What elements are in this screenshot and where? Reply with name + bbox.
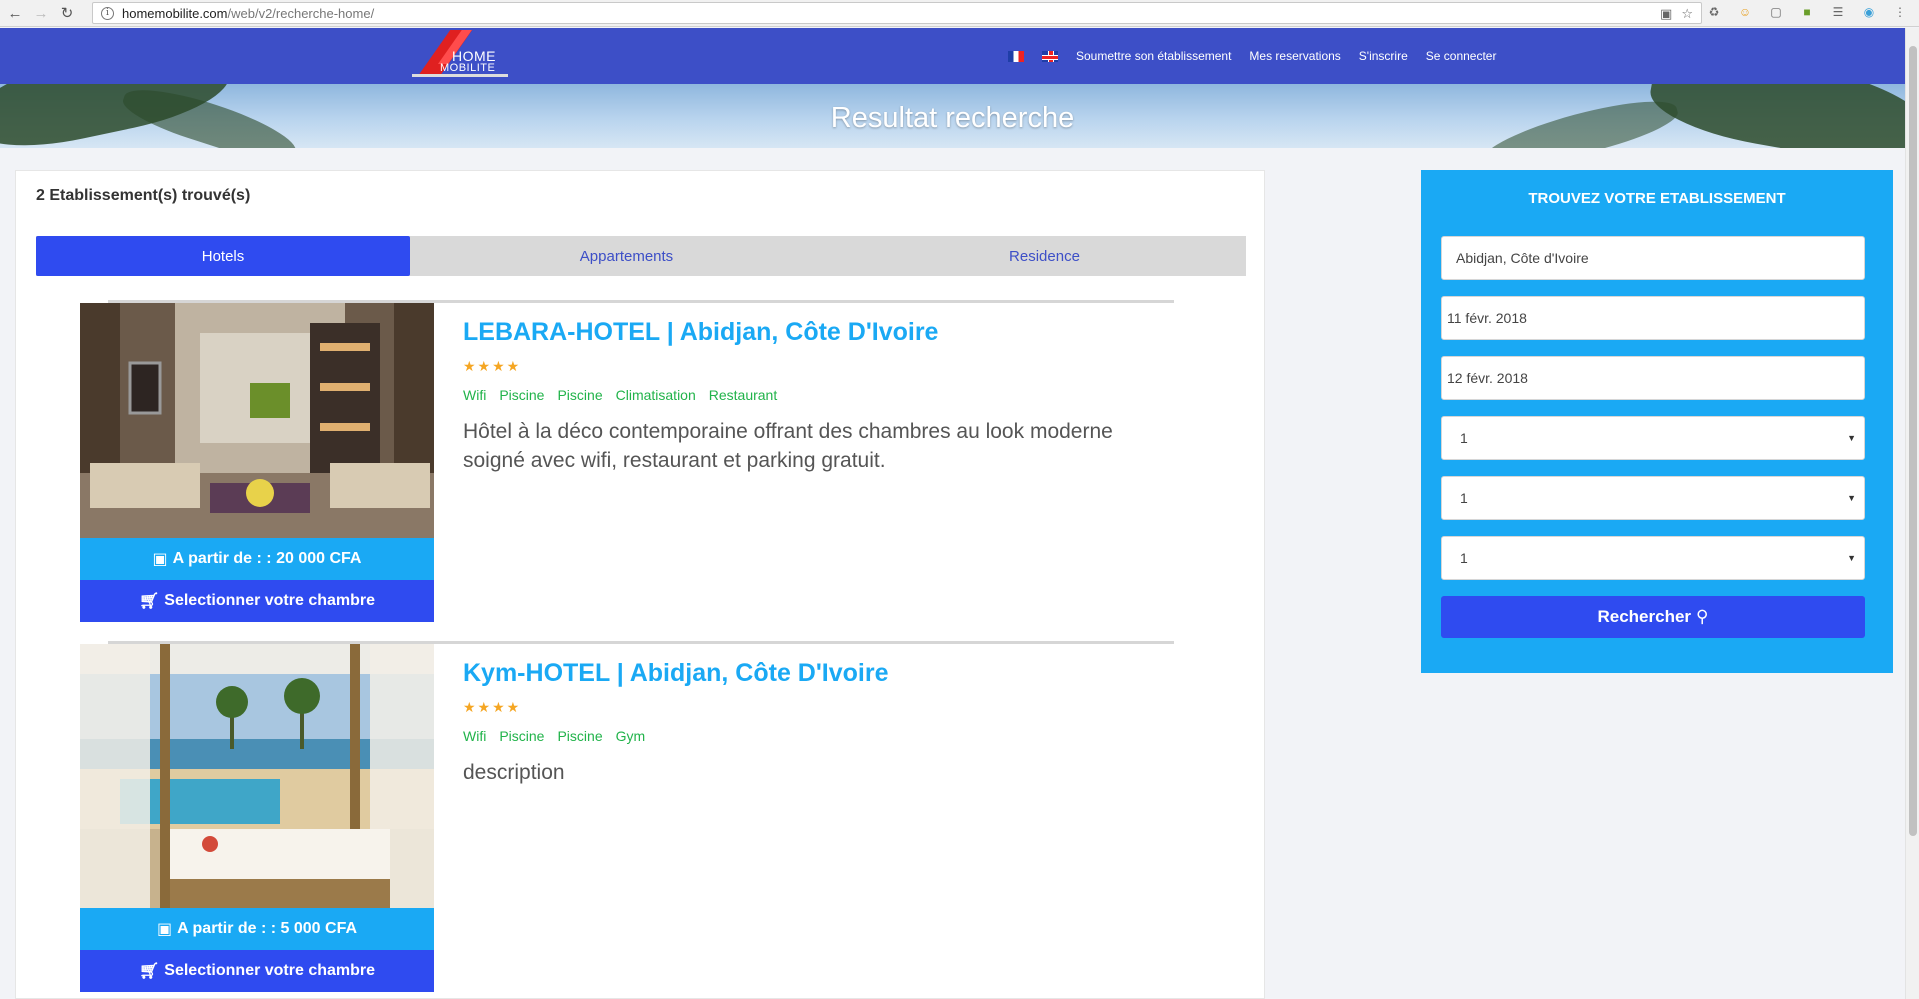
address-bar[interactable]: i homemobilite.com/web/v2/recherche-home… <box>92 2 1702 24</box>
site-header: HOME MOBILITE Soumettre son établissemen… <box>0 28 1905 84</box>
bookmark-star-icon[interactable]: ☆ <box>1681 6 1693 22</box>
checkout-value: 12 févr. 2018 <box>1447 370 1528 386</box>
hotel-photo[interactable] <box>80 303 434 538</box>
hotel-rating-stars: ★★★★ <box>463 358 522 374</box>
select-room-button[interactable]: 🛒︎ Selectionner votre chambre <box>80 950 434 992</box>
search-heading: TROUVEZ VOTRE ETABLISSEMENT <box>1528 190 1786 207</box>
emoji-extension-icon[interactable]: ☺ <box>1736 3 1754 21</box>
amenity-tag: Piscine <box>557 728 603 744</box>
adults-select[interactable]: 1 ▼ <box>1441 476 1865 520</box>
rooms-value: 1 <box>1460 430 1468 446</box>
hotel-amenities: Wifi Piscine Piscine Gym <box>463 728 645 744</box>
window-extension-icon[interactable]: ▢ <box>1767 3 1785 21</box>
type-tabs: Hotels Appartements Residence <box>36 236 1246 276</box>
price-label: A partir de : : 5 000 CFA <box>177 920 358 937</box>
site-info-icon[interactable]: i <box>101 6 114 20</box>
hotel-title[interactable]: LEBARA-HOTEL | Abidjan, Côte D'Ivoire <box>463 318 938 347</box>
hotel-price: ▣ A partir de : : 5 000 CFA <box>80 908 434 950</box>
hotel-photo[interactable] <box>80 644 434 908</box>
children-select[interactable]: 1 ▼ <box>1441 536 1865 580</box>
select-room-label: Selectionner votre chambre <box>164 962 376 979</box>
select-room-label: Selectionner votre chambre <box>164 592 376 609</box>
search-icon: ⚲ <box>1696 607 1709 626</box>
search-button[interactable]: Rechercher ⚲ <box>1441 596 1865 638</box>
recycle-extension-icon[interactable]: ♻ <box>1705 3 1723 21</box>
menu-icon[interactable]: ⋮ <box>1891 3 1909 21</box>
page-scrollbar[interactable] <box>1905 28 1919 999</box>
hotel-photo-block: ▣ A partir de : : 5 000 CFA 🛒︎ Selection… <box>80 644 434 992</box>
chevron-down-icon: ▼ <box>1847 433 1856 443</box>
nav-sign-in[interactable]: Se connecter <box>1426 49 1497 63</box>
logo-underline <box>412 74 508 77</box>
english-flag-icon[interactable] <box>1042 50 1058 62</box>
cart-icon: 🛒︎ <box>138 963 160 980</box>
hotel-rating-stars: ★★★★ <box>463 699 522 715</box>
money-icon: ▣ <box>152 551 168 568</box>
nav-sign-up[interactable]: S'inscrire <box>1359 49 1408 63</box>
hotel-photo-block: ▣ A partir de : : 20 000 CFA 🛒︎ Selectio… <box>80 303 434 622</box>
url-host: homemobilite.com <box>122 5 228 21</box>
money-icon: ▣ <box>156 921 173 938</box>
price-label: A partir de : : 20 000 CFA <box>172 550 362 567</box>
hotel-description: Hôtel à la déco contemporaine offrant de… <box>463 420 1113 472</box>
nav-submit-establishment[interactable]: Soumettre son établissement <box>1076 49 1231 63</box>
checkin-value: 11 févr. 2018 <box>1447 310 1527 326</box>
amenity-tag: Restaurant <box>708 387 778 403</box>
amenity-tag: Piscine <box>557 387 603 403</box>
tab-appartements[interactable]: Appartements <box>410 236 843 276</box>
amenity-tag: Gym <box>615 728 646 744</box>
rooms-select[interactable]: 1 ▼ <box>1441 416 1865 460</box>
scrollbar-thumb[interactable] <box>1909 46 1917 836</box>
hotel-card: ▣ A partir de : : 5 000 CFA 🛒︎ Selection… <box>80 641 1174 992</box>
site-logo[interactable]: HOME MOBILITE <box>404 30 510 77</box>
page-title: Resultat recherche <box>830 102 1075 134</box>
browser-toolbar: ← → ↻ i homemobilite.com/web/v2/recherch… <box>0 0 1919 27</box>
hotel-amenities: Wifi Piscine Piscine Climatisation Resta… <box>463 387 777 403</box>
nav-my-reservations[interactable]: Mes reservations <box>1249 49 1340 63</box>
page-banner: Resultat recherche <box>0 84 1905 148</box>
shield-extension-icon[interactable]: ◉ <box>1860 3 1878 21</box>
select-room-button[interactable]: 🛒︎ Selectionner votre chambre <box>80 580 434 622</box>
destination-input[interactable]: Abidjan, Côte d'Ivoire <box>1441 236 1865 280</box>
children-value: 1 <box>1460 550 1468 566</box>
search-button-label: Rechercher <box>1597 607 1692 626</box>
top-navigation: Soumettre son établissement Mes reservat… <box>1008 49 1514 63</box>
reload-icon[interactable]: ↻ <box>56 2 78 24</box>
search-panel: TROUVEZ VOTRE ETABLISSEMENT Abidjan, Côt… <box>1421 170 1893 673</box>
back-icon[interactable]: ← <box>4 2 26 24</box>
amenity-tag: Piscine <box>499 728 545 744</box>
results-count: 2 Etablissement(s) trouvé(s) <box>36 187 251 204</box>
grid-extension-icon[interactable]: ☰ <box>1829 3 1847 21</box>
destination-value: Abidjan, Côte d'Ivoire <box>1456 250 1589 266</box>
url-path: /web/v2/recherche-home/ <box>227 5 375 21</box>
hotel-title[interactable]: Kym-HOTEL | Abidjan, Côte D'Ivoire <box>463 659 889 688</box>
amenity-tag: Wifi <box>463 387 487 403</box>
amenity-tag: Climatisation <box>615 387 696 403</box>
results-panel: 2 Etablissement(s) trouvé(s) Hotels Appa… <box>15 170 1265 999</box>
hotel-price: ▣ A partir de : : 20 000 CFA <box>80 538 434 580</box>
hotel-description: description <box>463 761 565 784</box>
translate-icon[interactable]: ▣ <box>1660 6 1672 22</box>
logo-text-mobilite: MOBILITE <box>440 62 496 74</box>
checkout-date-input[interactable]: 12 févr. 2018 <box>1441 356 1865 400</box>
chevron-down-icon: ▼ <box>1847 553 1856 563</box>
adults-value: 1 <box>1460 490 1468 506</box>
tab-hotels[interactable]: Hotels <box>36 236 410 276</box>
amenity-tag: Wifi <box>463 728 487 744</box>
hotel-card: ▣ A partir de : : 20 000 CFA 🛒︎ Selectio… <box>80 300 1174 622</box>
plant-extension-icon[interactable]: ■ <box>1798 3 1816 21</box>
amenity-tag: Piscine <box>499 387 545 403</box>
chevron-down-icon: ▼ <box>1847 493 1856 503</box>
french-flag-icon[interactable] <box>1008 50 1024 62</box>
tab-residence[interactable]: Residence <box>843 236 1246 276</box>
cart-icon: 🛒︎ <box>138 593 160 610</box>
forward-icon[interactable]: → <box>30 2 52 24</box>
checkin-date-input[interactable]: 11 févr. 2018 <box>1441 296 1865 340</box>
